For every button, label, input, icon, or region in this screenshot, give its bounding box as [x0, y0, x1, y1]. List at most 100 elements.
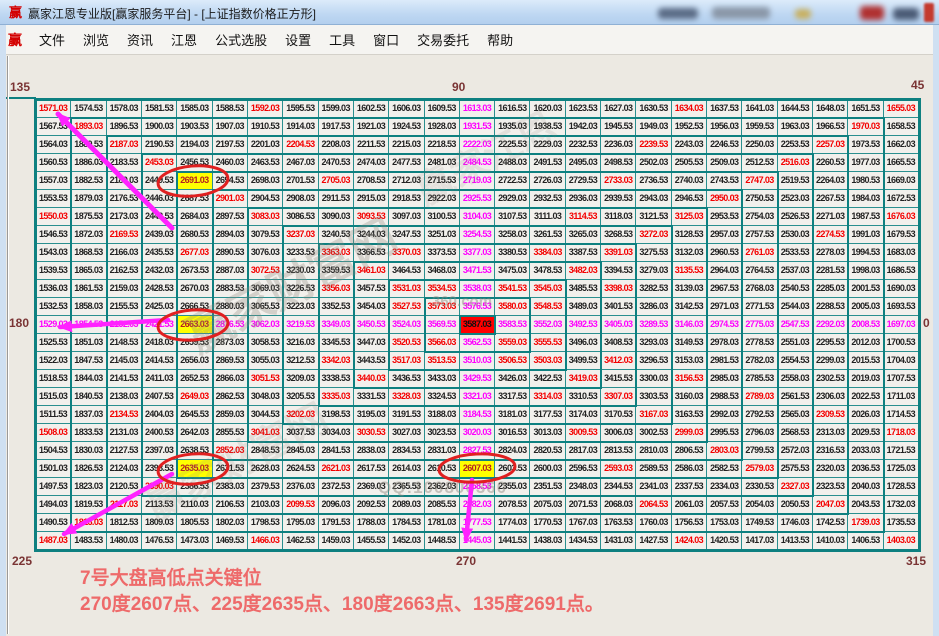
price-cell[interactable]: 3265.03 — [565, 226, 602, 244]
price-cell[interactable]: 3100.53 — [424, 208, 460, 226]
price-cell[interactable]: 2771.53 — [742, 298, 778, 316]
price-cell[interactable]: 2369.03 — [353, 478, 390, 496]
price-cell[interactable]: 2075.03 — [530, 496, 566, 514]
menu-item-formula-stock-pick[interactable]: 公式选股 — [206, 26, 276, 53]
price-cell[interactable]: 3447.03 — [353, 334, 390, 352]
price-cell[interactable]: 2120.53 — [106, 478, 142, 496]
price-cell[interactable]: 1882.53 — [71, 172, 107, 190]
price-cell[interactable]: 3429.53 — [459, 370, 496, 388]
price-cell[interactable]: 1935.03 — [495, 118, 531, 136]
price-cell[interactable]: 2162.53 — [106, 262, 142, 280]
price-cell[interactable]: 2040.03 — [848, 478, 884, 496]
price-cell[interactable]: 2540.53 — [777, 280, 814, 298]
price-cell[interactable]: 2985.03 — [707, 370, 743, 388]
price-cell[interactable]: 1595.53 — [283, 100, 319, 118]
price-cell[interactable]: 2593.03 — [601, 460, 637, 478]
price-cell[interactable]: 3132.03 — [671, 244, 708, 262]
price-cell[interactable]: 2355.03 — [495, 478, 531, 496]
price-cell[interactable]: 1938.53 — [530, 118, 566, 136]
price-cell[interactable]: 2264.03 — [813, 172, 849, 190]
price-cell[interactable]: 2915.03 — [353, 190, 390, 208]
price-cell[interactable]: 3517.03 — [389, 352, 425, 370]
price-cell[interactable]: 2845.03 — [283, 442, 319, 460]
price-cell[interactable]: 3198.53 — [318, 406, 354, 424]
price-cell[interactable]: 1861.53 — [71, 280, 107, 298]
price-cell[interactable]: 2505.53 — [671, 154, 708, 172]
price-cell[interactable]: 2026.03 — [848, 406, 884, 424]
price-cell[interactable]: 3048.03 — [247, 388, 284, 406]
price-cell[interactable]: 2362.03 — [424, 478, 460, 496]
price-cell[interactable]: 2463.53 — [247, 154, 284, 172]
price-cell[interactable]: 2631.53 — [212, 460, 248, 478]
price-cell[interactable]: 1455.53 — [353, 532, 390, 550]
price-cell[interactable]: 1728.53 — [883, 478, 919, 496]
price-cell[interactable]: 3387.53 — [565, 244, 602, 262]
price-cell[interactable]: 3464.53 — [389, 262, 425, 280]
price-cell[interactable]: 1532.53 — [36, 298, 72, 316]
price-cell[interactable]: 2705.03 — [318, 172, 354, 190]
price-cell[interactable]: 1557.03 — [36, 172, 72, 190]
price-cell[interactable]: 2859.03 — [212, 406, 248, 424]
price-cell[interactable]: 1753.03 — [707, 514, 743, 532]
price-cell[interactable]: 3251.03 — [424, 226, 460, 244]
price-cell[interactable]: 2764.53 — [742, 262, 778, 280]
price-cell[interactable]: 1567.53 — [36, 118, 72, 136]
price-cell[interactable]: 3300.03 — [636, 370, 672, 388]
price-cell[interactable]: 2698.03 — [247, 172, 284, 190]
price-cell[interactable]: 3391.03 — [601, 244, 637, 262]
price-cell[interactable]: 3356.03 — [318, 280, 354, 298]
price-cell[interactable]: 3065.53 — [247, 298, 284, 316]
price-cell[interactable]: 2183.53 — [106, 154, 142, 172]
price-cell[interactable]: 1445.03 — [459, 532, 496, 550]
price-cell[interactable]: 1651.53 — [848, 100, 884, 118]
price-cell[interactable]: 1942.03 — [565, 118, 602, 136]
price-cell[interactable]: 3114.53 — [565, 208, 602, 226]
price-cell[interactable]: 2236.03 — [601, 136, 637, 154]
price-cell[interactable]: 1606.03 — [389, 100, 425, 118]
price-cell[interactable]: 3541.53 — [495, 280, 531, 298]
price-cell[interactable]: 2939.53 — [601, 190, 637, 208]
price-cell[interactable]: 1487.03 — [36, 532, 72, 550]
price-cell[interactable]: 1994.53 — [848, 244, 884, 262]
price-cell[interactable]: 1739.03 — [848, 514, 884, 532]
price-cell[interactable]: 1403.03 — [883, 532, 919, 550]
price-cell[interactable]: 3090.03 — [318, 208, 354, 226]
close-button[interactable] — [924, 3, 934, 22]
price-cell[interactable]: 2386.53 — [177, 478, 213, 496]
price-cell[interactable]: 1900.03 — [141, 118, 178, 136]
price-cell[interactable]: 3342.03 — [318, 352, 354, 370]
price-cell[interactable]: 3419.03 — [565, 370, 602, 388]
price-cell[interactable]: 2124.03 — [106, 460, 142, 478]
price-cell[interactable]: 2729.53 — [565, 172, 602, 190]
price-cell[interactable]: 1749.53 — [742, 514, 778, 532]
price-cell[interactable]: 1497.53 — [36, 478, 72, 496]
price-cell[interactable]: 1571.03 — [36, 100, 72, 118]
price-cell[interactable]: 3195.03 — [353, 406, 390, 424]
price-cell[interactable]: 1669.03 — [883, 172, 919, 190]
price-cell[interactable]: 1697.03 — [883, 316, 919, 334]
price-cell[interactable]: 2561.53 — [777, 388, 814, 406]
price-cell[interactable]: 3191.53 — [389, 406, 425, 424]
price-cell[interactable]: 3520.53 — [389, 334, 425, 352]
price-cell[interactable]: 1917.53 — [318, 118, 354, 136]
price-cell[interactable]: 1543.03 — [36, 244, 72, 262]
price-cell[interactable]: 3170.53 — [601, 406, 637, 424]
price-cell[interactable]: 1991.03 — [848, 226, 884, 244]
price-cell[interactable]: 2803.03 — [707, 442, 743, 460]
price-cell[interactable]: 3275.53 — [636, 244, 672, 262]
price-cell[interactable]: 1816.03 — [71, 514, 107, 532]
price-cell[interactable]: 2719.03 — [459, 172, 496, 190]
price-cell[interactable]: 2099.53 — [283, 496, 319, 514]
price-cell[interactable]: 2131.03 — [106, 424, 142, 442]
price-cell[interactable]: 2824.03 — [495, 442, 531, 460]
price-cell[interactable]: 3307.03 — [601, 388, 637, 406]
price-cell[interactable]: 3020.03 — [459, 424, 496, 442]
price-cell[interactable]: 2404.03 — [141, 406, 178, 424]
price-cell[interactable]: 2876.53 — [212, 316, 248, 334]
price-cell[interactable]: 2761.03 — [742, 244, 778, 262]
menu-item-window[interactable]: 窗口 — [364, 26, 408, 53]
price-cell[interactable]: 2113.53 — [141, 496, 178, 514]
price-cell[interactable]: 2138.03 — [106, 388, 142, 406]
price-cell[interactable]: 2579.03 — [742, 460, 778, 478]
price-cell[interactable]: 3237.03 — [283, 226, 319, 244]
